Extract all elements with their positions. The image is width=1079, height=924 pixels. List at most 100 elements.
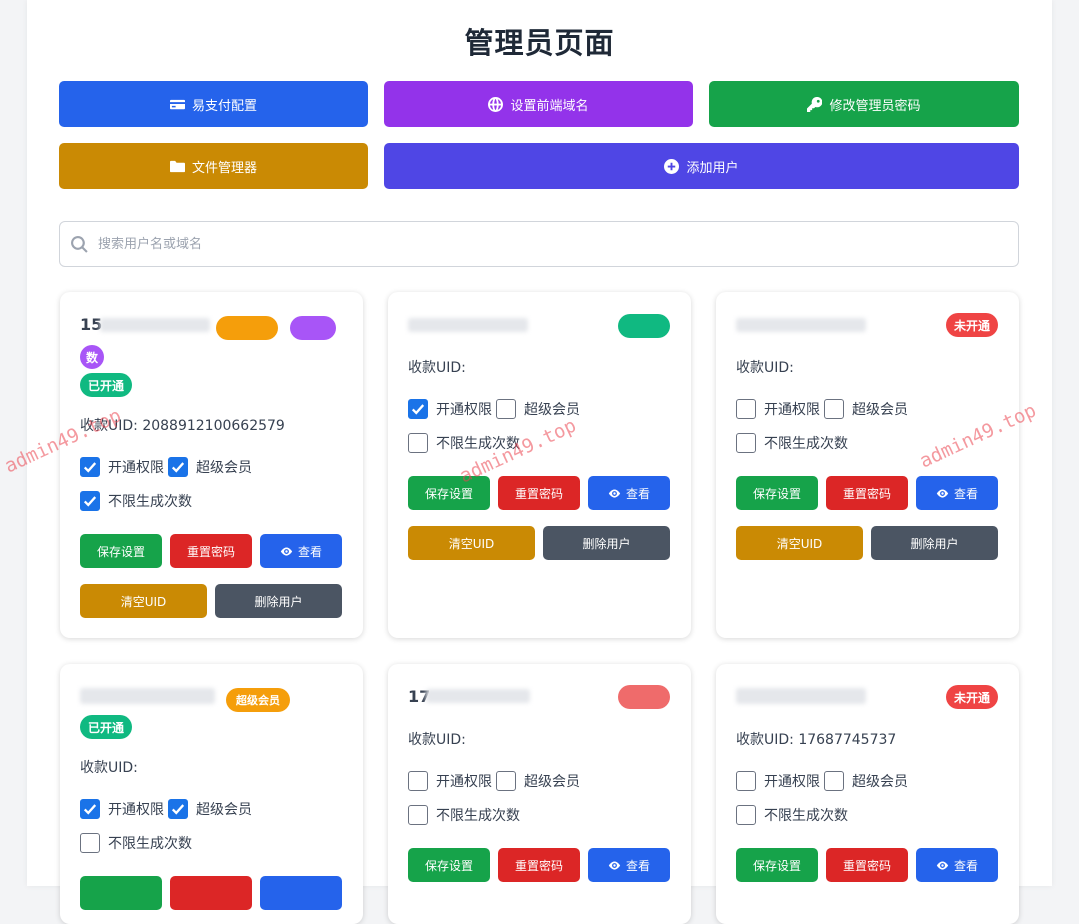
- uid-row: 收款UID:: [408, 357, 466, 377]
- reset-password-button[interactable]: 重置密码: [826, 848, 908, 882]
- change-password-button[interactable]: 修改管理员密码: [709, 81, 1019, 127]
- super-label: 超级会员: [196, 802, 252, 818]
- blurred-username: [736, 688, 866, 704]
- super-checkbox[interactable]: 超级会员: [824, 399, 908, 419]
- uid-label: 收款UID:: [408, 732, 466, 748]
- perm-checkbox[interactable]: 开通权限: [80, 799, 164, 819]
- search-input[interactable]: [98, 222, 998, 266]
- super-label: 超级会员: [524, 402, 580, 418]
- super-label: 超级会员: [196, 460, 252, 476]
- super-checkbox[interactable]: 超级会员: [496, 771, 580, 791]
- checkbox-unchecked[interactable]: [736, 805, 756, 825]
- checkbox-unchecked[interactable]: [408, 771, 428, 791]
- save-button[interactable]: 保存设置: [736, 848, 818, 882]
- perm-checkbox[interactable]: 开通权限: [736, 771, 820, 791]
- checkbox-unchecked[interactable]: [496, 771, 516, 791]
- check-icon: [83, 462, 97, 473]
- unlimited-checkbox[interactable]: 不限生成次数: [736, 433, 848, 453]
- view-button[interactable]: 查看: [588, 848, 670, 882]
- clear-uid-button[interactable]: 清空UID: [736, 526, 863, 560]
- unlimited-checkbox[interactable]: 不限生成次数: [736, 805, 848, 825]
- checkbox-unchecked[interactable]: [824, 771, 844, 791]
- view-button[interactable]: [260, 876, 342, 910]
- file-manager-label: 文件管理器: [191, 160, 257, 176]
- search-box[interactable]: [59, 221, 1019, 267]
- check-icon: [171, 462, 185, 473]
- page-title: 管理员页面: [464, 26, 615, 60]
- perm-label: 开通权限: [436, 402, 492, 418]
- unlimited-badge-cont: 数: [80, 345, 105, 369]
- checkbox-unchecked[interactable]: [824, 399, 844, 419]
- reset-password-button[interactable]: [170, 876, 252, 910]
- perm-checkbox[interactable]: 开通权限: [408, 771, 492, 791]
- delete-user-button[interactable]: 删除用户: [871, 526, 998, 560]
- file-manager-button[interactable]: 文件管理器: [59, 143, 368, 189]
- clear-uid-button[interactable]: 清空UID: [80, 584, 207, 618]
- check-icon: [83, 804, 97, 815]
- save-button[interactable]: 保存设置: [408, 848, 490, 882]
- save-button[interactable]: [80, 876, 162, 910]
- checkbox-unchecked[interactable]: [408, 805, 428, 825]
- user-card: 超级会员 已开通 收款UID: 开通权限 超级会员 不限生成次数: [60, 664, 363, 924]
- clear-uid-button[interactable]: 清空UID: [408, 526, 535, 560]
- checkbox-unchecked[interactable]: [736, 771, 756, 791]
- uid-value: 2088912100662579: [142, 418, 285, 434]
- perm-checkbox[interactable]: 开通权限: [736, 399, 820, 419]
- view-label: 查看: [953, 858, 978, 873]
- view-label: 查看: [297, 544, 322, 559]
- super-label: 超级会员: [852, 402, 908, 418]
- checkbox-checked[interactable]: [80, 457, 100, 477]
- uid-row: 收款UID: 17687745737: [736, 729, 896, 749]
- reset-password-button[interactable]: 重置密码: [826, 476, 908, 510]
- checkbox-checked[interactable]: [80, 491, 100, 511]
- eye-icon: [936, 488, 949, 498]
- view-button[interactable]: 查看: [260, 534, 342, 568]
- super-checkbox[interactable]: 超级会员: [168, 799, 252, 819]
- checkbox-checked[interactable]: [80, 799, 100, 819]
- status-badge: 未开通: [946, 313, 998, 337]
- user-card: 未开通 收款UID: 开通权限 超级会员 不限生成次数 保存设置 重置密码 查看…: [716, 292, 1019, 638]
- uid-label: 收款UID:: [736, 360, 794, 376]
- credit-card-icon: [169, 99, 185, 109]
- super-checkbox[interactable]: 超级会员: [168, 457, 252, 477]
- view-button[interactable]: 查看: [916, 476, 998, 510]
- save-button[interactable]: 保存设置: [736, 476, 818, 510]
- reset-password-button[interactable]: 重置密码: [170, 534, 252, 568]
- frontend-domain-button[interactable]: 设置前端域名: [384, 81, 693, 127]
- checkbox-unchecked[interactable]: [408, 433, 428, 453]
- checkbox-unchecked[interactable]: [736, 433, 756, 453]
- status-badge: [618, 314, 670, 338]
- perm-checkbox[interactable]: 开通权限: [408, 399, 492, 419]
- uid-value: 17687745737: [798, 732, 897, 748]
- delete-user-button[interactable]: 删除用户: [543, 526, 670, 560]
- perm-label: 开通权限: [108, 802, 164, 818]
- add-user-button[interactable]: 添加用户: [384, 143, 1019, 189]
- unlimited-label: 不限生成次数: [764, 808, 848, 824]
- reset-password-button[interactable]: 重置密码: [498, 476, 580, 510]
- checkbox-unchecked[interactable]: [80, 833, 100, 853]
- blurred-username: [736, 318, 866, 332]
- checkbox-unchecked[interactable]: [736, 399, 756, 419]
- view-button[interactable]: 查看: [916, 848, 998, 882]
- user-card: 未开通 收款UID: 17687745737 开通权限 超级会员 不限生成次数 …: [716, 664, 1019, 924]
- perm-checkbox[interactable]: 开通权限: [80, 457, 164, 477]
- delete-user-button[interactable]: 删除用户: [215, 584, 342, 618]
- folder-icon: [169, 160, 185, 172]
- check-icon: [411, 404, 425, 415]
- unlimited-checkbox[interactable]: 不限生成次数: [408, 805, 520, 825]
- checkbox-checked[interactable]: [168, 799, 188, 819]
- checkbox-unchecked[interactable]: [496, 399, 516, 419]
- reset-password-button[interactable]: 重置密码: [498, 848, 580, 882]
- uid-row: 收款UID:: [80, 757, 138, 777]
- payment-config-button[interactable]: 易支付配置: [59, 81, 368, 127]
- save-button[interactable]: 保存设置: [80, 534, 162, 568]
- view-label: 查看: [625, 858, 650, 873]
- change-password-label: 修改管理员密码: [829, 98, 921, 114]
- blurred-username: [408, 318, 528, 332]
- checkbox-checked[interactable]: [408, 399, 428, 419]
- unlimited-checkbox[interactable]: 不限生成次数: [80, 491, 192, 511]
- checkbox-checked[interactable]: [168, 457, 188, 477]
- view-button[interactable]: 查看: [588, 476, 670, 510]
- unlimited-checkbox[interactable]: 不限生成次数: [80, 833, 192, 853]
- super-checkbox[interactable]: 超级会员: [824, 771, 908, 791]
